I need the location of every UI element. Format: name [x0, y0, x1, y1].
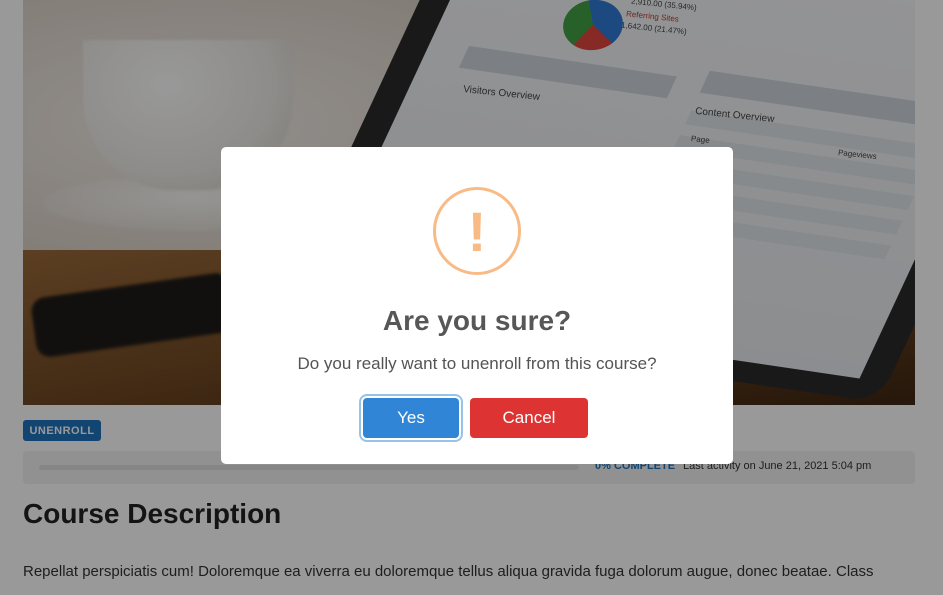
confirm-yes-button[interactable]: Yes	[363, 398, 459, 438]
dialog-message: Do you really want to unenroll from this…	[297, 354, 657, 373]
dialog-title: Are you sure?	[382, 305, 572, 336]
confirm-dialog: ! Are you sure? Do you really want to un…	[221, 147, 733, 464]
cancel-button[interactable]: Cancel	[470, 398, 588, 438]
warning-icon: !	[433, 187, 521, 275]
